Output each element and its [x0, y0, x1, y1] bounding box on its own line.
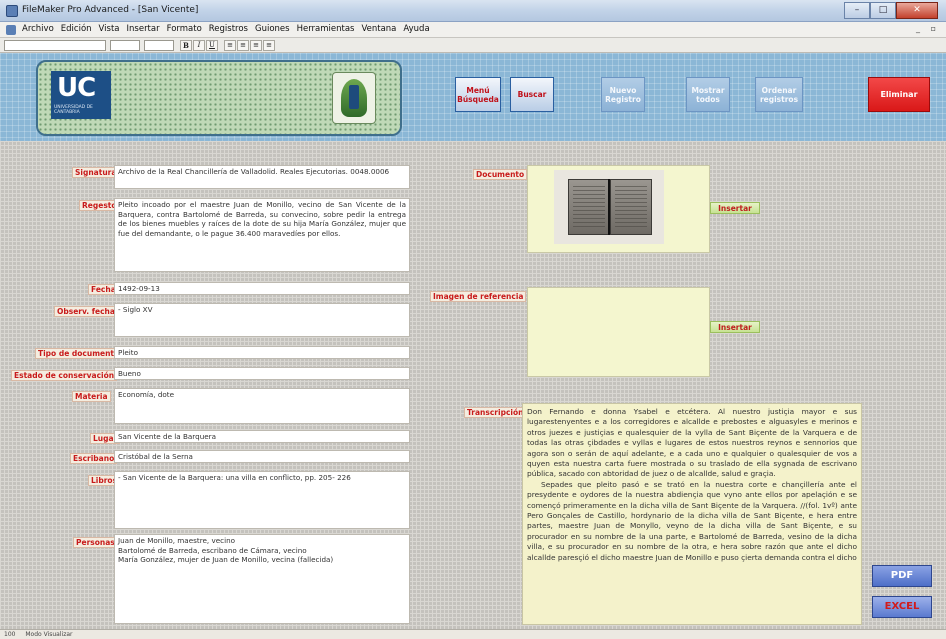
window-title: FileMaker Pro Advanced - [San Vicente]	[22, 5, 199, 15]
menu-ayuda[interactable]: Ayuda	[403, 24, 429, 34]
transcription-paragraph: Sepades que pleito pasó e se trató en la…	[527, 479, 857, 562]
label-personas: Personas	[73, 537, 118, 548]
transcription-paragraph: Don Fernando e donna Ysabel e etcétera. …	[527, 407, 857, 479]
label-estado-conservacion: Estado de conservación	[11, 370, 118, 381]
record-body: Signatura Archivo de la Real Chancillerí…	[0, 141, 946, 629]
logo-text: UC	[57, 73, 96, 103]
label-materia: Materia	[72, 391, 111, 402]
menu-ventana[interactable]: Ventana	[361, 24, 396, 34]
nuevo-registro-button[interactable]: Nuevo Registro	[601, 77, 645, 112]
menu-archivo[interactable]: Archivo	[22, 24, 54, 34]
personas-field[interactable]: Juan de Monillo, maestre, vecino Bartolo…	[114, 534, 410, 624]
escribano-field[interactable]: Cristóbal de la Serna	[114, 450, 410, 463]
minimize-button[interactable]: –	[844, 2, 870, 19]
layout-header: UC UNIVERSIDAD DE CANTABRIA Menú Búsqued…	[0, 53, 946, 141]
font-size-select[interactable]	[110, 40, 140, 51]
title-bar: FileMaker Pro Advanced - [San Vicente] –…	[0, 0, 946, 22]
menu-vista[interactable]: Vista	[99, 24, 120, 34]
underline-button[interactable]: U	[206, 40, 218, 51]
libros-field[interactable]: - San Vicente de la Barquera: una villa …	[114, 471, 410, 529]
label-tipo-documento: Tipo de documento	[35, 348, 123, 359]
align-center-icon[interactable]: ≡	[237, 40, 249, 51]
documento-container[interactable]	[527, 165, 710, 253]
align-left-icon[interactable]: ≡	[224, 40, 236, 51]
fecha-field[interactable]: 1492-09-13	[114, 282, 410, 295]
estado-conservacion-field[interactable]: Bueno	[114, 367, 410, 380]
menu-formato[interactable]: Formato	[167, 24, 202, 34]
imagen-referencia-container[interactable]	[527, 287, 710, 377]
eliminar-button[interactable]: Eliminar	[868, 77, 930, 112]
mode-indicator[interactable]: Modo Visualizar	[25, 631, 72, 638]
pdf-button[interactable]: PDF	[872, 565, 932, 587]
insert-imagen-button[interactable]: Insertar	[710, 321, 760, 333]
filemaker-app-icon	[6, 5, 18, 17]
university-logo: UC UNIVERSIDAD DE CANTABRIA	[51, 71, 111, 119]
lugar-field[interactable]: San Vicente de la Barquera	[114, 430, 410, 443]
status-bar: 100 Modo Visualizar	[0, 629, 946, 639]
transcripcion-field[interactable]: Don Fernando e donna Ysabel e etcétera. …	[522, 403, 862, 625]
excel-button[interactable]: EXCEL	[872, 596, 932, 618]
ordenar-registros-button[interactable]: Ordenar registros	[755, 77, 803, 112]
font-select[interactable]	[4, 40, 106, 51]
menu-bar: Archivo Edición Vista Insertar Formato R…	[0, 22, 946, 38]
align-justify-icon[interactable]: ≡	[263, 40, 275, 51]
menu-registros[interactable]: Registros	[209, 24, 248, 34]
document-window-controls[interactable]: _ ▫	[916, 24, 940, 33]
menu-herramientas[interactable]: Herramientas	[297, 24, 355, 34]
logo-frame: UC UNIVERSIDAD DE CANTABRIA	[36, 60, 402, 136]
insert-documento-button[interactable]: Insertar	[710, 202, 760, 214]
align-right-icon[interactable]: ≡	[250, 40, 262, 51]
signatura-field[interactable]: Archivo de la Real Chancillería de Valla…	[114, 165, 410, 189]
menu-insertar[interactable]: Insertar	[127, 24, 160, 34]
regesto-field[interactable]: Pleito incoado por el maestre Juan de Mo…	[114, 198, 410, 272]
mostrar-todos-button[interactable]: Mostrar todos	[686, 77, 730, 112]
observ-fecha-field[interactable]: - Siglo XV	[114, 303, 410, 337]
label-signatura: Signatura	[72, 167, 120, 178]
menu-edicion[interactable]: Edición	[61, 24, 92, 34]
window-controls: – □ ✕	[844, 2, 938, 20]
bold-button[interactable]: B	[180, 40, 192, 51]
logo-subtitle: UNIVERSIDAD DE CANTABRIA	[54, 105, 93, 115]
buscar-button[interactable]: Buscar	[510, 77, 554, 112]
label-imagen-referencia: Imagen de referencia	[430, 291, 527, 302]
tipo-documento-field[interactable]: Pleito	[114, 346, 410, 359]
project-emblem-icon	[332, 72, 376, 124]
maximize-button[interactable]: □	[870, 2, 896, 19]
zoom-level[interactable]: 100	[4, 631, 15, 638]
italic-button[interactable]: I	[193, 40, 205, 51]
manuscript-photo	[554, 170, 664, 244]
materia-field[interactable]: Economía, dote	[114, 388, 410, 424]
label-observ-fecha: Observ. fecha	[54, 306, 118, 317]
close-button[interactable]: ✕	[896, 2, 938, 19]
format-toolbar: B I U ≡ ≡ ≡ ≡	[0, 38, 946, 53]
label-documento: Documento	[473, 169, 528, 180]
document-menu-icon[interactable]	[6, 25, 16, 35]
label-escribano: Escribano	[70, 453, 118, 464]
label-transcripcion: Transcripción	[464, 407, 527, 418]
menu-busqueda-button[interactable]: Menú Búsqueda	[455, 77, 501, 112]
text-color-select[interactable]	[144, 40, 174, 51]
menu-guiones[interactable]: Guiones	[255, 24, 290, 34]
